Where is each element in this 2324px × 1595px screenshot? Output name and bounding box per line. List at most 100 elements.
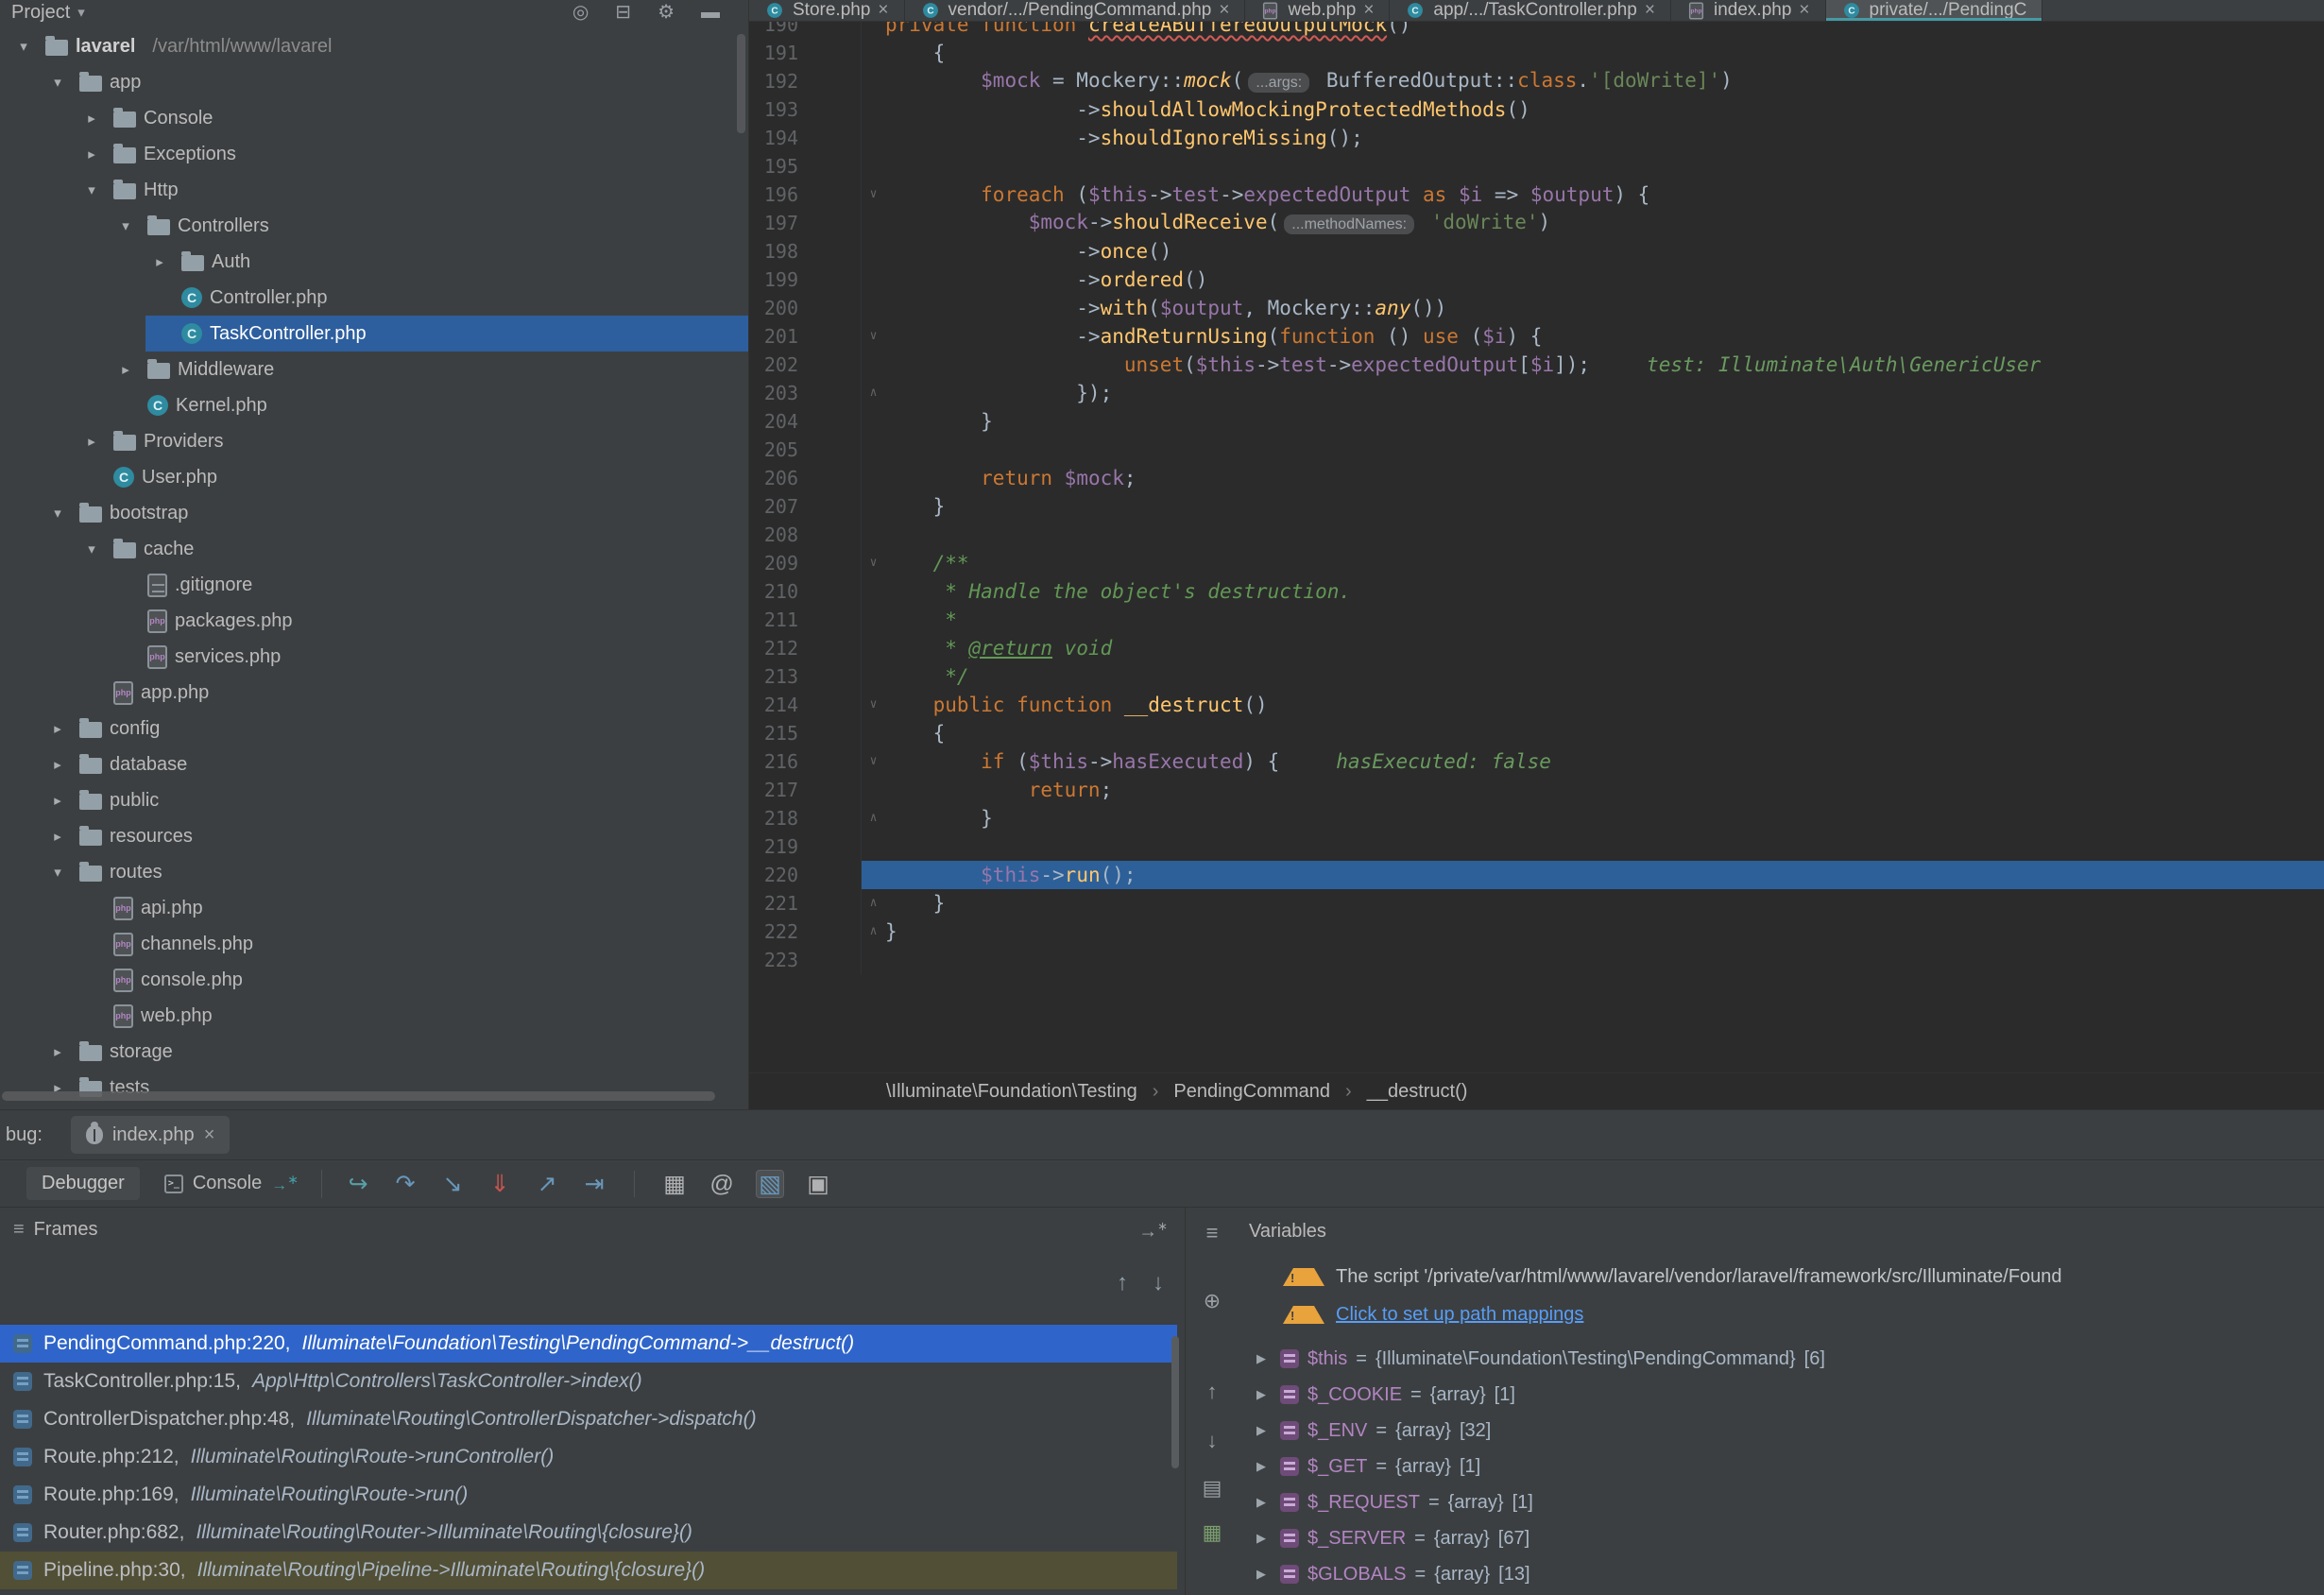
- fold-marker-icon[interactable]: ∧: [862, 804, 885, 832]
- code-line[interactable]: 210 * Handle the object's destruction.: [749, 577, 2324, 606]
- view-breakpoints-icon[interactable]: ▦: [661, 1171, 688, 1197]
- code-line[interactable]: 213 */: [749, 662, 2324, 691]
- frame-row[interactable]: PendingCommand.php:220, Illuminate\Found…: [0, 1325, 1177, 1363]
- variable-expand-icon[interactable]: ▶: [1251, 1351, 1272, 1366]
- fold-marker-icon[interactable]: ∧: [862, 889, 885, 918]
- variable-row[interactable]: ▶$_COOKIE = {array} [1]: [1238, 1377, 2324, 1413]
- gutter-line-number[interactable]: 221: [749, 889, 862, 918]
- tree-item-providers[interactable]: ▸Providers: [0, 423, 748, 459]
- navigate-down-icon[interactable]: ↓: [1200, 1429, 1224, 1453]
- editor-tab-private-pendingc[interactable]: private/.../PendingC: [1826, 0, 2043, 21]
- tree-item-kernel-php[interactable]: Kernel.php: [0, 387, 748, 423]
- breadcrumb-item[interactable]: PendingCommand: [1173, 1081, 1330, 1103]
- code-line[interactable]: 206 return $mock;: [749, 464, 2324, 492]
- editor-tab-store-php[interactable]: Store.php×: [749, 0, 905, 21]
- tree-item-packages-php[interactable]: packages.php: [0, 603, 748, 639]
- frame-row[interactable]: ControllerDispatcher.php:48, Illuminate\…: [0, 1400, 1177, 1438]
- chevron-collapsed-icon[interactable]: ▸: [43, 792, 72, 809]
- code-line[interactable]: 217 return;: [749, 776, 2324, 804]
- code-line[interactable]: 197 $mock->shouldReceive(...methodNames:…: [749, 209, 2324, 237]
- code-line[interactable]: 212 * @return void: [749, 634, 2324, 662]
- chevron-expanded-icon[interactable]: ▾: [43, 505, 72, 522]
- gutter-line-number[interactable]: 202: [749, 351, 862, 379]
- gutter-line-number[interactable]: 199: [749, 266, 862, 294]
- scrollbar-thumb[interactable]: [2, 1091, 715, 1101]
- code-line[interactable]: 219: [749, 832, 2324, 861]
- chevron-collapsed-icon[interactable]: ▸: [145, 253, 174, 270]
- gutter-line-number[interactable]: 208: [749, 521, 862, 549]
- tree-item-web-php[interactable]: web.php: [0, 998, 748, 1034]
- gutter-line-number[interactable]: 192: [749, 67, 862, 95]
- fold-marker-icon[interactable]: ∨: [862, 691, 885, 719]
- frame-down-icon[interactable]: ↓: [1153, 1270, 1164, 1296]
- chevron-expanded-icon[interactable]: ▾: [43, 864, 72, 881]
- code-line[interactable]: 222∧}: [749, 918, 2324, 946]
- code-line[interactable]: 221∧ }: [749, 889, 2324, 918]
- run-to-cursor-icon[interactable]: ⇥: [581, 1171, 607, 1197]
- code-line[interactable]: 218∧ }: [749, 804, 2324, 832]
- chevron-collapsed-icon[interactable]: ▸: [43, 756, 72, 773]
- chevron-collapsed-icon[interactable]: ▸: [43, 1043, 72, 1060]
- tree-item-bootstrap[interactable]: ▾bootstrap: [0, 495, 748, 531]
- variable-expand-icon[interactable]: ▶: [1251, 1387, 1272, 1402]
- tree-item-app[interactable]: ▾app: [0, 64, 748, 100]
- gutter-line-number[interactable]: 194: [749, 124, 862, 152]
- setup-path-mappings-link[interactable]: Click to set up path mappings: [1336, 1304, 1583, 1326]
- chevron-expanded-icon[interactable]: ▾: [43, 74, 72, 91]
- fold-marker-icon[interactable]: ∧: [862, 379, 885, 407]
- code-line[interactable]: 200 ->with($output, Mockery::any()): [749, 294, 2324, 322]
- tab-console[interactable]: Console →∗: [164, 1173, 299, 1195]
- gutter-line-number[interactable]: 201: [749, 322, 862, 351]
- fold-marker-icon[interactable]: ∧: [862, 918, 885, 946]
- close-icon[interactable]: ×: [1799, 0, 1809, 21]
- tree-item-taskcontroller-php[interactable]: TaskController.php: [0, 316, 748, 352]
- show-execution-point-icon[interactable]: ↪: [345, 1171, 371, 1197]
- tree-item-config[interactable]: ▸config: [0, 711, 748, 746]
- gutter-line-number[interactable]: 200: [749, 294, 862, 322]
- frame-row[interactable]: TaskController.php:15, App\Http\Controll…: [0, 1363, 1177, 1400]
- gutter-line-number[interactable]: 211: [749, 606, 862, 634]
- gutter-line-number[interactable]: 198: [749, 237, 862, 266]
- gutter-line-number[interactable]: 204: [749, 407, 862, 436]
- menu-icon[interactable]: ≡: [1200, 1221, 1224, 1245]
- gutter-line-number[interactable]: 223: [749, 946, 862, 974]
- variable-row[interactable]: ▶$_ENV = {array} [32]: [1238, 1413, 2324, 1449]
- gutter-line-number[interactable]: 215: [749, 719, 862, 747]
- gutter-line-number[interactable]: 193: [749, 95, 862, 124]
- fold-marker-icon[interactable]: ∨: [862, 180, 885, 209]
- view-as-image-icon[interactable]: ▦: [1200, 1520, 1224, 1545]
- tree-item-controller-php[interactable]: Controller.php: [0, 280, 748, 316]
- code-line[interactable]: 198 ->once(): [749, 237, 2324, 266]
- chevron-collapsed-icon[interactable]: ▸: [43, 720, 72, 737]
- hide-panel-icon[interactable]: ▬: [701, 3, 720, 22]
- gutter-line-number[interactable]: 206: [749, 464, 862, 492]
- pin-icon[interactable]: ▣: [805, 1171, 831, 1197]
- gutter-line-number[interactable]: 190: [749, 22, 862, 39]
- tree-item--gitignore[interactable]: .gitignore: [0, 567, 748, 603]
- chevron-expanded-icon[interactable]: ▾: [111, 217, 140, 234]
- tree-item-resources[interactable]: ▸resources: [0, 818, 748, 854]
- variable-expand-icon[interactable]: ▶: [1251, 1531, 1272, 1546]
- tree-item-app-php[interactable]: app.php: [0, 675, 748, 711]
- frames-filter-icon[interactable]: →∗: [1138, 1219, 1168, 1243]
- code-line[interactable]: 220 $this->run();: [749, 861, 2324, 889]
- code-line[interactable]: 211 *: [749, 606, 2324, 634]
- gutter-line-number[interactable]: 209: [749, 549, 862, 577]
- code-line[interactable]: 194 ->shouldIgnoreMissing();: [749, 124, 2324, 152]
- tree-item-exceptions[interactable]: ▸Exceptions: [0, 136, 748, 172]
- variable-expand-icon[interactable]: ▶: [1251, 1423, 1272, 1438]
- tree-item-channels-php[interactable]: channels.php: [0, 926, 748, 962]
- navigate-up-icon[interactable]: ↑: [1200, 1380, 1224, 1404]
- gutter-line-number[interactable]: 195: [749, 152, 862, 180]
- chevron-collapsed-icon[interactable]: ▸: [43, 828, 72, 845]
- code-line[interactable]: 214∨ public function __destruct(): [749, 691, 2324, 719]
- code-line[interactable]: 203∧ });: [749, 379, 2324, 407]
- code-line[interactable]: 192 $mock = Mockery::mock(...args: Buffe…: [749, 67, 2324, 95]
- chevron-expanded-icon[interactable]: ▾: [77, 540, 106, 557]
- variable-expand-icon[interactable]: ▶: [1251, 1459, 1272, 1474]
- code-line[interactable]: 205: [749, 436, 2324, 464]
- gutter-line-number[interactable]: 210: [749, 577, 862, 606]
- tree-item-public[interactable]: ▸public: [0, 782, 748, 818]
- variable-expand-icon[interactable]: ▶: [1251, 1567, 1272, 1582]
- settings-icon[interactable]: ⚙: [658, 3, 675, 22]
